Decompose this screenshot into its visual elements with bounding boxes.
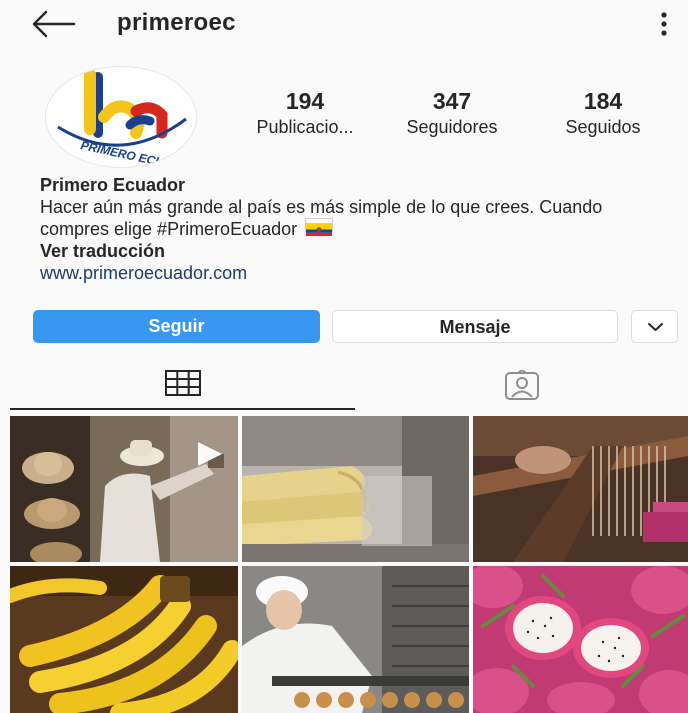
options-menu-button[interactable]: [655, 10, 673, 38]
tab-posts-grid[interactable]: [10, 360, 355, 410]
chevron-down-icon: [648, 323, 663, 331]
stat-posts-value: 194: [285, 88, 325, 114]
website-link[interactable]: www.primeroecuador.com: [40, 262, 670, 284]
post-thumbnail[interactable]: [473, 566, 688, 713]
stat-followers-label: Seguidores: [406, 117, 498, 137]
posts-grid: [10, 416, 688, 713]
ecuador-flag-icon: [305, 218, 334, 236]
stat-followers[interactable]: 347 Seguidores: [388, 88, 516, 140]
tagged-person-icon: [504, 370, 539, 400]
grid-icon: [164, 370, 201, 396]
stat-following-value: 184: [583, 88, 623, 114]
bio-text-wrap: Hacer aún más grande al país es más simp…: [40, 196, 670, 240]
post-thumbnail[interactable]: [242, 416, 469, 562]
stat-posts-label: Publicacio...: [256, 117, 354, 137]
profile-display-name: Primero Ecuador: [40, 175, 186, 195]
post-thumbnail[interactable]: [242, 566, 469, 713]
profile-avatar[interactable]: PRIMERO ECUADOR: [45, 66, 197, 168]
post-thumbnail[interactable]: [10, 416, 238, 562]
stat-following-label: Seguidos: [565, 117, 641, 137]
profile-bio: Primero Ecuador Hacer aún más grande al …: [40, 174, 670, 284]
post-thumbnail[interactable]: [10, 566, 238, 713]
arrow-left-icon: [32, 10, 76, 38]
stat-posts[interactable]: 194 Publicacio...: [235, 88, 375, 140]
profile-username: primeroec: [117, 9, 236, 36]
see-translation-link[interactable]: Ver traducción: [40, 240, 670, 262]
top-bar: primeroec: [0, 0, 688, 50]
primero-ecuador-logo: PRIMERO ECUADOR: [57, 69, 196, 167]
tab-tagged[interactable]: [355, 360, 688, 410]
follow-button[interactable]: Seguir: [33, 310, 320, 343]
back-button[interactable]: [30, 8, 76, 40]
suggested-accounts-button[interactable]: [631, 310, 678, 343]
more-vertical-icon: [661, 12, 667, 36]
stat-following[interactable]: 184 Seguidos: [548, 88, 658, 140]
post-thumbnail[interactable]: [473, 416, 688, 562]
stat-followers-value: 347: [432, 88, 472, 114]
message-button[interactable]: Mensaje: [332, 310, 618, 343]
